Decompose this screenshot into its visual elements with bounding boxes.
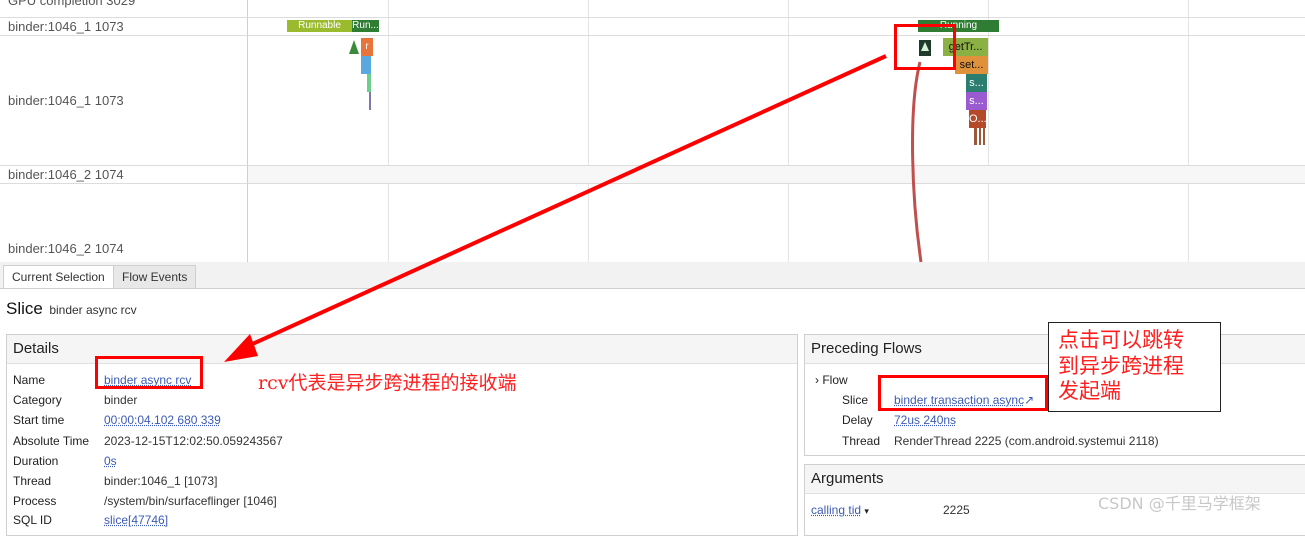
annotation-note-line-3: 发起端 xyxy=(1058,379,1121,403)
annotation-note-line-1: 点击可以跳转 xyxy=(1058,328,1184,352)
annotation-overlay xyxy=(224,54,923,362)
highlight-box-flow-slice xyxy=(878,375,1048,411)
watermark: CSDN @千里马学框架 xyxy=(1098,494,1261,513)
highlight-box-name xyxy=(95,356,203,389)
annotation-arrowhead xyxy=(224,334,258,362)
flow-connector-line xyxy=(911,61,923,263)
annotation-arrow xyxy=(247,54,887,348)
annotation-note-rcv: rcv代表是异步跨进程的接收端 xyxy=(258,372,517,394)
highlight-box-flow-marker xyxy=(894,24,956,70)
annotation-note-line-2: 到异步跨进程 xyxy=(1058,354,1184,378)
